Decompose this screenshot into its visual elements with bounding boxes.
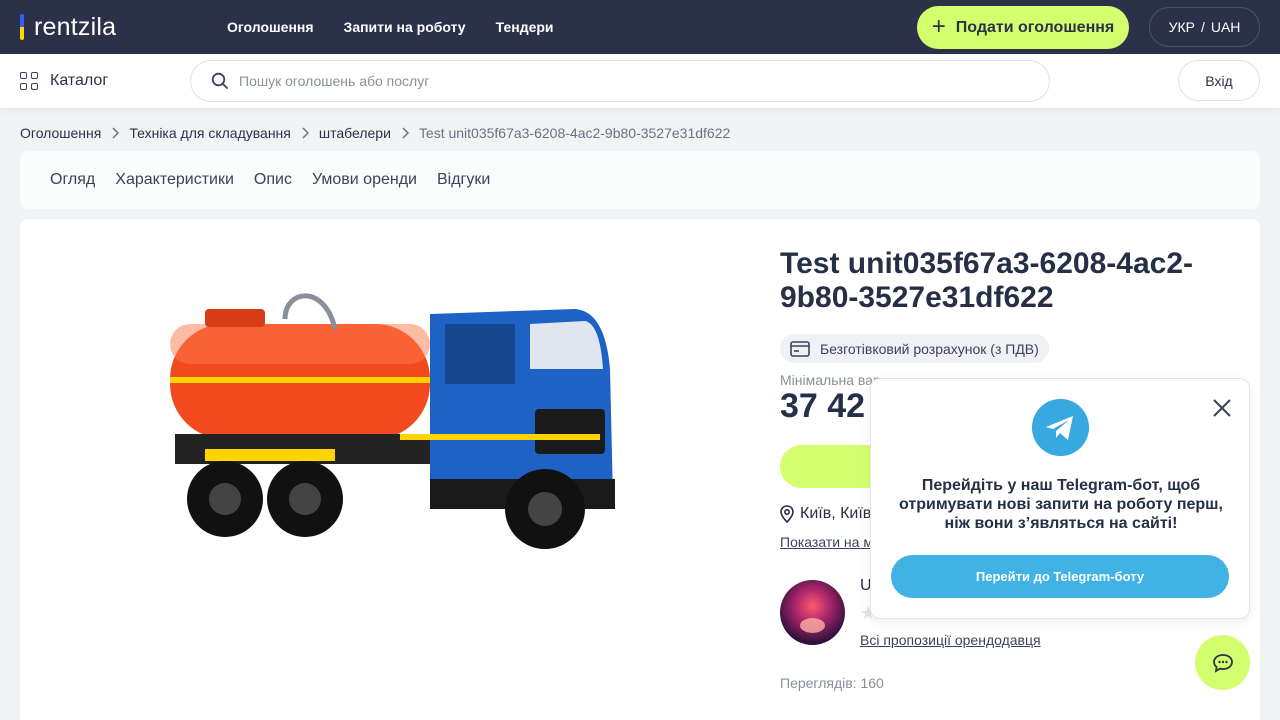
plus-icon: + (931, 12, 946, 40)
payment-label: Безготівковий розрахунок (з ПДВ) (820, 340, 1039, 357)
unit-price: 37 42 (780, 387, 866, 425)
min-price-label: Мінімальна вар (780, 372, 881, 388)
breadcrumb-item-current: Test unit035f67a3-6208-4ac2-9b80-3527e31… (418, 125, 731, 141)
telegram-icon (1032, 399, 1089, 456)
search-icon (211, 72, 228, 89)
owner-avatar[interactable] (780, 580, 845, 645)
post-listing-button[interactable]: + Подати оголошення (917, 6, 1129, 49)
logo-text: rentzila (34, 12, 117, 41)
language-currency-button[interactable]: УКР / UAH (1149, 7, 1260, 47)
nav-link-work-requests[interactable]: Запити на роботу (344, 19, 466, 35)
breadcrumb-item-listings[interactable]: Оголошення (20, 125, 101, 141)
unit-photo[interactable] (165, 249, 615, 569)
catalog-label: Каталог (50, 72, 109, 89)
chevron-right-icon (402, 127, 409, 139)
login-button[interactable]: Вхід (1178, 60, 1260, 101)
grid-icon (20, 72, 38, 90)
tab-overview[interactable]: Огляд (50, 171, 95, 189)
search-box[interactable] (190, 60, 1050, 102)
payment-badge: Безготівковий розрахунок (з ПДВ) (780, 334, 1049, 363)
show-on-map-link[interactable]: Показати на м (780, 534, 873, 550)
unit-title: Test unit035f67a3-6208-4ac2-9b80-3527e31… (780, 247, 1193, 314)
unit-location: Київ, Київс (780, 505, 879, 523)
top-header: rentzila Оголошення Запити на роботу Тен… (0, 0, 1280, 54)
views-count: Переглядів: 160 (780, 675, 884, 691)
logo-mark (20, 14, 24, 40)
all-offers-link[interactable]: Всі пропозиції орендодавця (860, 632, 1041, 648)
breadcrumb: Оголошення Техніка для складування штабе… (20, 122, 730, 144)
telegram-popup: Перейдіть у наш Telegram-бот, щоб отриму… (870, 378, 1250, 619)
telegram-message: Перейдіть у наш Telegram-бот, щоб отриму… (899, 477, 1223, 532)
breadcrumb-item-category[interactable]: Техніка для складування (129, 125, 291, 141)
tab-reviews[interactable]: Відгуки (437, 171, 490, 189)
location-label: Київ, Київс (800, 505, 880, 522)
tab-characteristics[interactable]: Характеристики (115, 171, 234, 189)
language-separator: / (1200, 19, 1205, 35)
search-input[interactable] (239, 73, 1019, 89)
location-pin-icon (780, 505, 794, 523)
main-nav: Оголошення Запити на роботу Тендери (227, 0, 554, 54)
telegram-bot-button[interactable]: Перейти до Telegram-боту (891, 555, 1229, 598)
nav-link-listings[interactable]: Оголошення (227, 19, 314, 35)
chat-button[interactable] (1195, 635, 1250, 690)
chevron-right-icon (112, 127, 120, 139)
chat-icon (1212, 653, 1233, 673)
unit-tabs: Огляд Характеристики Опис Умови оренди В… (20, 151, 1260, 209)
chevron-right-icon (302, 127, 309, 139)
close-icon[interactable] (1211, 397, 1233, 419)
search-bar-row: Каталог Вхід (0, 54, 1280, 108)
breadcrumb-item-subcategory[interactable]: штабелери (319, 125, 391, 141)
tab-rental-terms[interactable]: Умови оренди (312, 171, 417, 189)
catalog-button[interactable]: Каталог (20, 54, 108, 108)
tab-description[interactable]: Опис (254, 171, 292, 189)
logo[interactable]: rentzila (20, 13, 116, 41)
language-label: УКР (1168, 19, 1195, 35)
post-listing-label: Подати оголошення (955, 18, 1115, 36)
nav-link-tenders[interactable]: Тендери (496, 19, 554, 35)
currency-label: UAH (1210, 19, 1241, 35)
credit-card-icon (790, 340, 810, 357)
